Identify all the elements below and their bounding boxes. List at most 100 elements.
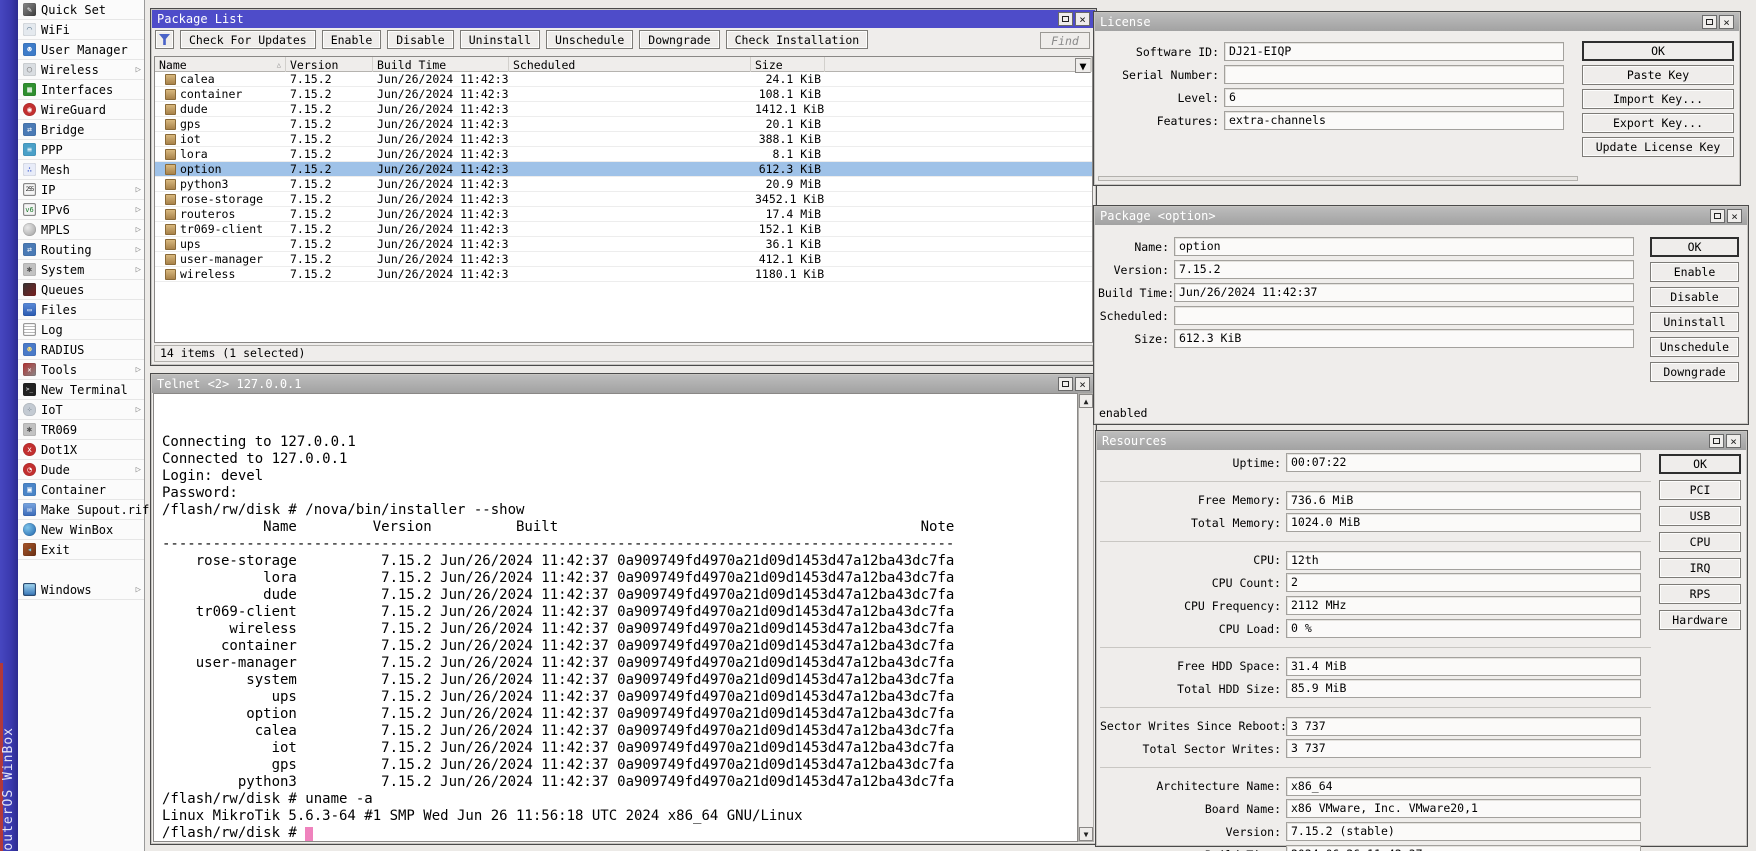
close-button[interactable]: × xyxy=(1719,15,1734,29)
dialog-button[interactable]: Enable xyxy=(1650,262,1739,282)
field-input[interactable]: 6 xyxy=(1224,88,1564,107)
field-input[interactable]: 7.15.2 xyxy=(1174,260,1634,279)
dialog-button[interactable]: Unschedule xyxy=(1650,337,1739,357)
sidebar-item[interactable]: Interfaces xyxy=(18,80,144,100)
sidebar-item[interactable]: System ▷ xyxy=(18,260,144,280)
table-row[interactable]: routeros 7.15.2 Jun/26/2024 11:42:37 17.… xyxy=(155,207,1092,222)
field-input[interactable]: DJ21-EIQP xyxy=(1224,42,1564,61)
dialog-button[interactable]: Uninstall xyxy=(1650,312,1739,332)
table-row[interactable]: user-manager 7.15.2 Jun/26/2024 11:42:37… xyxy=(155,252,1092,267)
dialog-button[interactable]: RPS xyxy=(1659,584,1741,604)
field-input[interactable]: 3 737 xyxy=(1286,717,1641,736)
sidebar-item[interactable]: Dude ▷ xyxy=(18,460,144,480)
filter-button[interactable] xyxy=(155,30,174,49)
dialog-button[interactable]: Export Key... xyxy=(1582,113,1734,133)
column-header-size[interactable]: Size xyxy=(751,57,825,72)
toolbar-button[interactable]: Enable xyxy=(322,30,382,49)
dialog-button[interactable]: OK xyxy=(1659,454,1741,474)
package-list-titlebar[interactable]: Package List × xyxy=(152,10,1095,28)
telnet-titlebar[interactable]: Telnet <2> 127.0.0.1 × xyxy=(152,375,1095,393)
maximize-button[interactable] xyxy=(1710,209,1725,223)
table-row[interactable]: rose-storage 7.15.2 Jun/26/2024 11:42:37… xyxy=(155,192,1092,207)
dialog-button[interactable]: Disable xyxy=(1650,287,1739,307)
sidebar-item[interactable]: WiFi xyxy=(18,20,144,40)
sidebar-item[interactable]: Files xyxy=(18,300,144,320)
field-input[interactable]: 612.3 KiB xyxy=(1174,329,1634,348)
sidebar-item[interactable]: Wireless ▷ xyxy=(18,60,144,80)
field-input[interactable] xyxy=(1174,306,1634,325)
field-input[interactable]: x86_64 xyxy=(1286,777,1641,796)
field-input[interactable]: 1024.0 MiB xyxy=(1286,513,1641,532)
maximize-button[interactable] xyxy=(1058,377,1073,391)
sidebar-item[interactable]: New Terminal xyxy=(18,380,144,400)
sidebar-item[interactable]: Routing ▷ xyxy=(18,240,144,260)
field-input[interactable]: 85.9 MiB xyxy=(1286,679,1641,698)
close-button[interactable]: × xyxy=(1075,12,1090,26)
dialog-button[interactable]: USB xyxy=(1659,506,1741,526)
sidebar-item[interactable]: Dot1X xyxy=(18,440,144,460)
sidebar-item[interactable]: Tools ▷ xyxy=(18,360,144,380)
close-button[interactable]: × xyxy=(1727,209,1742,223)
sidebar-item-windows[interactable]: Windows ▷ xyxy=(18,580,144,600)
table-row[interactable]: gps 7.15.2 Jun/26/2024 11:42:37 20.1 KiB xyxy=(155,117,1092,132)
sidebar-item[interactable]: PPP xyxy=(18,140,144,160)
sidebar-item[interactable]: IoT ▷ xyxy=(18,400,144,420)
column-header-version[interactable]: Version xyxy=(286,57,373,72)
find-input[interactable] xyxy=(1040,32,1090,49)
field-input[interactable]: x86 VMware, Inc. VMware20,1 xyxy=(1286,799,1641,818)
table-row[interactable]: tr069-client 7.15.2 Jun/26/2024 11:42:37… xyxy=(155,222,1092,237)
toolbar-button[interactable]: Check Installation xyxy=(726,30,869,49)
sidebar-item[interactable]: Queues xyxy=(18,280,144,300)
scroll-up-button[interactable]: ▲ xyxy=(1079,394,1093,408)
maximize-button[interactable] xyxy=(1058,12,1073,26)
sidebar-item[interactable]: RADIUS xyxy=(18,340,144,360)
column-header-name[interactable]: Name △ xyxy=(155,57,286,72)
field-input[interactable]: 2 xyxy=(1286,573,1641,592)
scroll-down-button[interactable]: ▼ xyxy=(1079,827,1093,841)
license-titlebar[interactable]: License × xyxy=(1095,13,1739,31)
table-row[interactable]: wireless 7.15.2 Jun/26/2024 11:42:37 118… xyxy=(155,267,1092,282)
close-button[interactable]: × xyxy=(1726,434,1741,448)
sidebar-item[interactable]: Make Supout.rif xyxy=(18,500,144,520)
dialog-button[interactable]: Downgrade xyxy=(1650,362,1739,382)
column-header-scheduled[interactable]: Scheduled xyxy=(509,57,751,72)
sidebar-item[interactable]: MPLS ▷ xyxy=(18,220,144,240)
table-row[interactable]: lora 7.15.2 Jun/26/2024 11:42:37 8.1 KiB xyxy=(155,147,1092,162)
table-row[interactable]: ups 7.15.2 Jun/26/2024 11:42:37 36.1 KiB xyxy=(155,237,1092,252)
sidebar-item[interactable]: Exit xyxy=(18,540,144,560)
toolbar-button[interactable]: Unschedule xyxy=(546,30,633,49)
vertical-scrollbar[interactable]: ▲ ▼ xyxy=(1078,393,1094,842)
field-input[interactable]: 31.4 MiB xyxy=(1286,657,1641,676)
dialog-button[interactable]: Import Key... xyxy=(1582,89,1734,109)
sidebar-item[interactable]: WireGuard xyxy=(18,100,144,120)
table-row[interactable]: dude 7.15.2 Jun/26/2024 11:42:37 1412.1 … xyxy=(155,102,1092,117)
dialog-button[interactable]: CPU xyxy=(1659,532,1741,552)
sidebar-item[interactable]: Bridge xyxy=(18,120,144,140)
dialog-button[interactable]: Hardware xyxy=(1659,610,1741,630)
field-input[interactable]: 2112 MHz xyxy=(1286,596,1641,615)
field-input[interactable]: 0 % xyxy=(1286,619,1641,638)
toolbar-button[interactable]: Downgrade xyxy=(639,30,719,49)
field-input[interactable]: 2024-06-26 11:42:37 xyxy=(1286,845,1641,851)
field-input[interactable]: 736.6 MiB xyxy=(1286,491,1641,510)
sidebar-item[interactable]: Mesh xyxy=(18,160,144,180)
field-input[interactable]: option xyxy=(1174,237,1634,256)
field-input[interactable]: 3 737 xyxy=(1286,739,1641,758)
terminal[interactable]: Connecting to 127.0.0.1 Connected to 127… xyxy=(153,393,1078,842)
field-input[interactable]: 7.15.2 (stable) xyxy=(1286,822,1641,841)
toolbar-button[interactable]: Check For Updates xyxy=(180,30,316,49)
sidebar-item[interactable]: Log xyxy=(18,320,144,340)
field-input[interactable]: 00:07:22 xyxy=(1286,453,1641,472)
resources-titlebar[interactable]: Resources × xyxy=(1097,432,1746,450)
toolbar-button[interactable]: Uninstall xyxy=(460,30,540,49)
table-row[interactable]: python3 7.15.2 Jun/26/2024 11:42:37 20.9… xyxy=(155,177,1092,192)
table-row[interactable]: iot 7.15.2 Jun/26/2024 11:42:37 388.1 Ki… xyxy=(155,132,1092,147)
table-row[interactable]: calea 7.15.2 Jun/26/2024 11:42:37 24.1 K… xyxy=(155,72,1092,87)
sidebar-item[interactable]: Container xyxy=(18,480,144,500)
maximize-button[interactable] xyxy=(1709,434,1724,448)
dialog-button[interactable]: IRQ xyxy=(1659,558,1741,578)
toolbar-button[interactable]: Disable xyxy=(387,30,453,49)
field-input[interactable]: extra-channels xyxy=(1224,111,1564,130)
dialog-button[interactable]: Update License Key xyxy=(1582,137,1734,157)
column-select-dropdown[interactable]: ▼ xyxy=(1075,58,1091,73)
